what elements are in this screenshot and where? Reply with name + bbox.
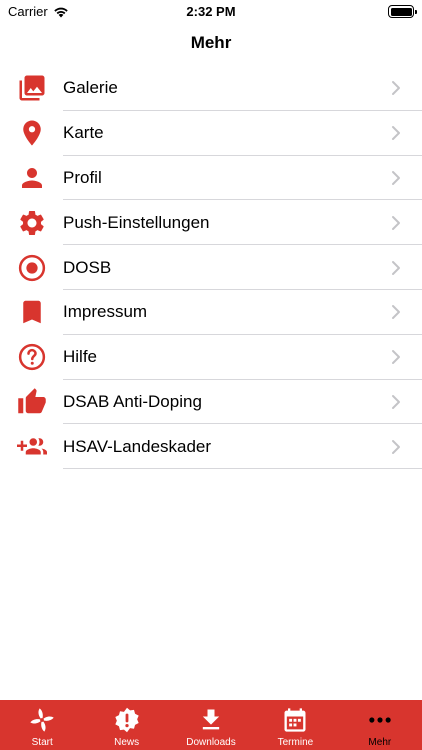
- menu-item-hsav-landeskader[interactable]: HSAV-Landeskader: [0, 424, 422, 469]
- tab-label: Start: [31, 737, 53, 748]
- chevron-right-icon: [392, 305, 400, 320]
- menu-item-galerie[interactable]: Galerie: [0, 66, 422, 111]
- menu-item-label: Push-Einstellungen: [63, 212, 210, 232]
- menu-item-dosb[interactable]: DOSB: [0, 245, 422, 290]
- menu-item-push-einstellungen[interactable]: Push-Einstellungen: [0, 200, 422, 245]
- tab-label: Mehr: [368, 737, 392, 748]
- calendar-icon: [280, 705, 310, 735]
- status-time: 2:32 PM: [186, 4, 236, 19]
- tab-mehr[interactable]: Mehr: [338, 700, 422, 750]
- menu-item-label: Galerie: [63, 78, 118, 98]
- chevron-right-icon: [392, 81, 400, 96]
- battery-icon: [388, 5, 417, 18]
- radio-circle-icon: [16, 252, 48, 284]
- alert-badge-icon: [112, 705, 142, 735]
- more-menu-list: Galerie Karte Profil Push-Einstellungen …: [0, 66, 422, 469]
- add-group-icon: [16, 431, 48, 463]
- menu-item-label: Karte: [63, 123, 104, 143]
- download-icon: [196, 705, 226, 735]
- tab-downloads[interactable]: Downloads: [169, 700, 253, 750]
- menu-item-impressum[interactable]: Impressum: [0, 290, 422, 335]
- tab-label: Termine: [277, 737, 314, 748]
- tab-bar: Start News Downloads Termine Mehr: [0, 700, 422, 750]
- tab-start[interactable]: Start: [0, 700, 84, 750]
- chevron-right-icon: [392, 394, 400, 409]
- chevron-right-icon: [392, 439, 400, 454]
- menu-item-profil[interactable]: Profil: [0, 156, 422, 201]
- more-dots-icon: [365, 705, 395, 735]
- menu-item-label: Hilfe: [63, 347, 98, 367]
- tab-label: News: [114, 737, 140, 748]
- map-pin-icon: [16, 117, 48, 149]
- menu-item-dsab-anti-doping[interactable]: DSAB Anti-Doping: [0, 380, 422, 425]
- menu-item-hilfe[interactable]: Hilfe: [0, 335, 422, 380]
- tab-news[interactable]: News: [84, 700, 168, 750]
- gear-icon: [16, 207, 48, 239]
- menu-item-label: DSAB Anti-Doping: [63, 391, 202, 411]
- chevron-right-icon: [392, 170, 400, 185]
- menu-item-label: Profil: [63, 167, 102, 187]
- tab-termine[interactable]: Termine: [253, 700, 337, 750]
- menu-item-label: DOSB: [63, 257, 112, 277]
- help-circle-icon: [16, 341, 48, 373]
- thumbs-up-icon: [16, 386, 48, 418]
- status-bar: Carrier 2:32 PM: [0, 0, 422, 24]
- chevron-right-icon: [392, 126, 400, 141]
- menu-item-label: Impressum: [63, 302, 148, 322]
- bookmark-icon: [16, 296, 48, 328]
- menu-item-karte[interactable]: Karte: [0, 111, 422, 156]
- chevron-right-icon: [392, 350, 400, 365]
- chevron-right-icon: [392, 215, 400, 230]
- menu-item-label: HSAV-Landeskader: [63, 436, 212, 456]
- tab-label: Downloads: [186, 737, 236, 748]
- chevron-right-icon: [392, 260, 400, 275]
- pinwheel-icon: [27, 705, 57, 735]
- person-icon: [16, 162, 48, 194]
- gallery-icon: [16, 72, 48, 104]
- page-title: Mehr: [190, 33, 232, 52]
